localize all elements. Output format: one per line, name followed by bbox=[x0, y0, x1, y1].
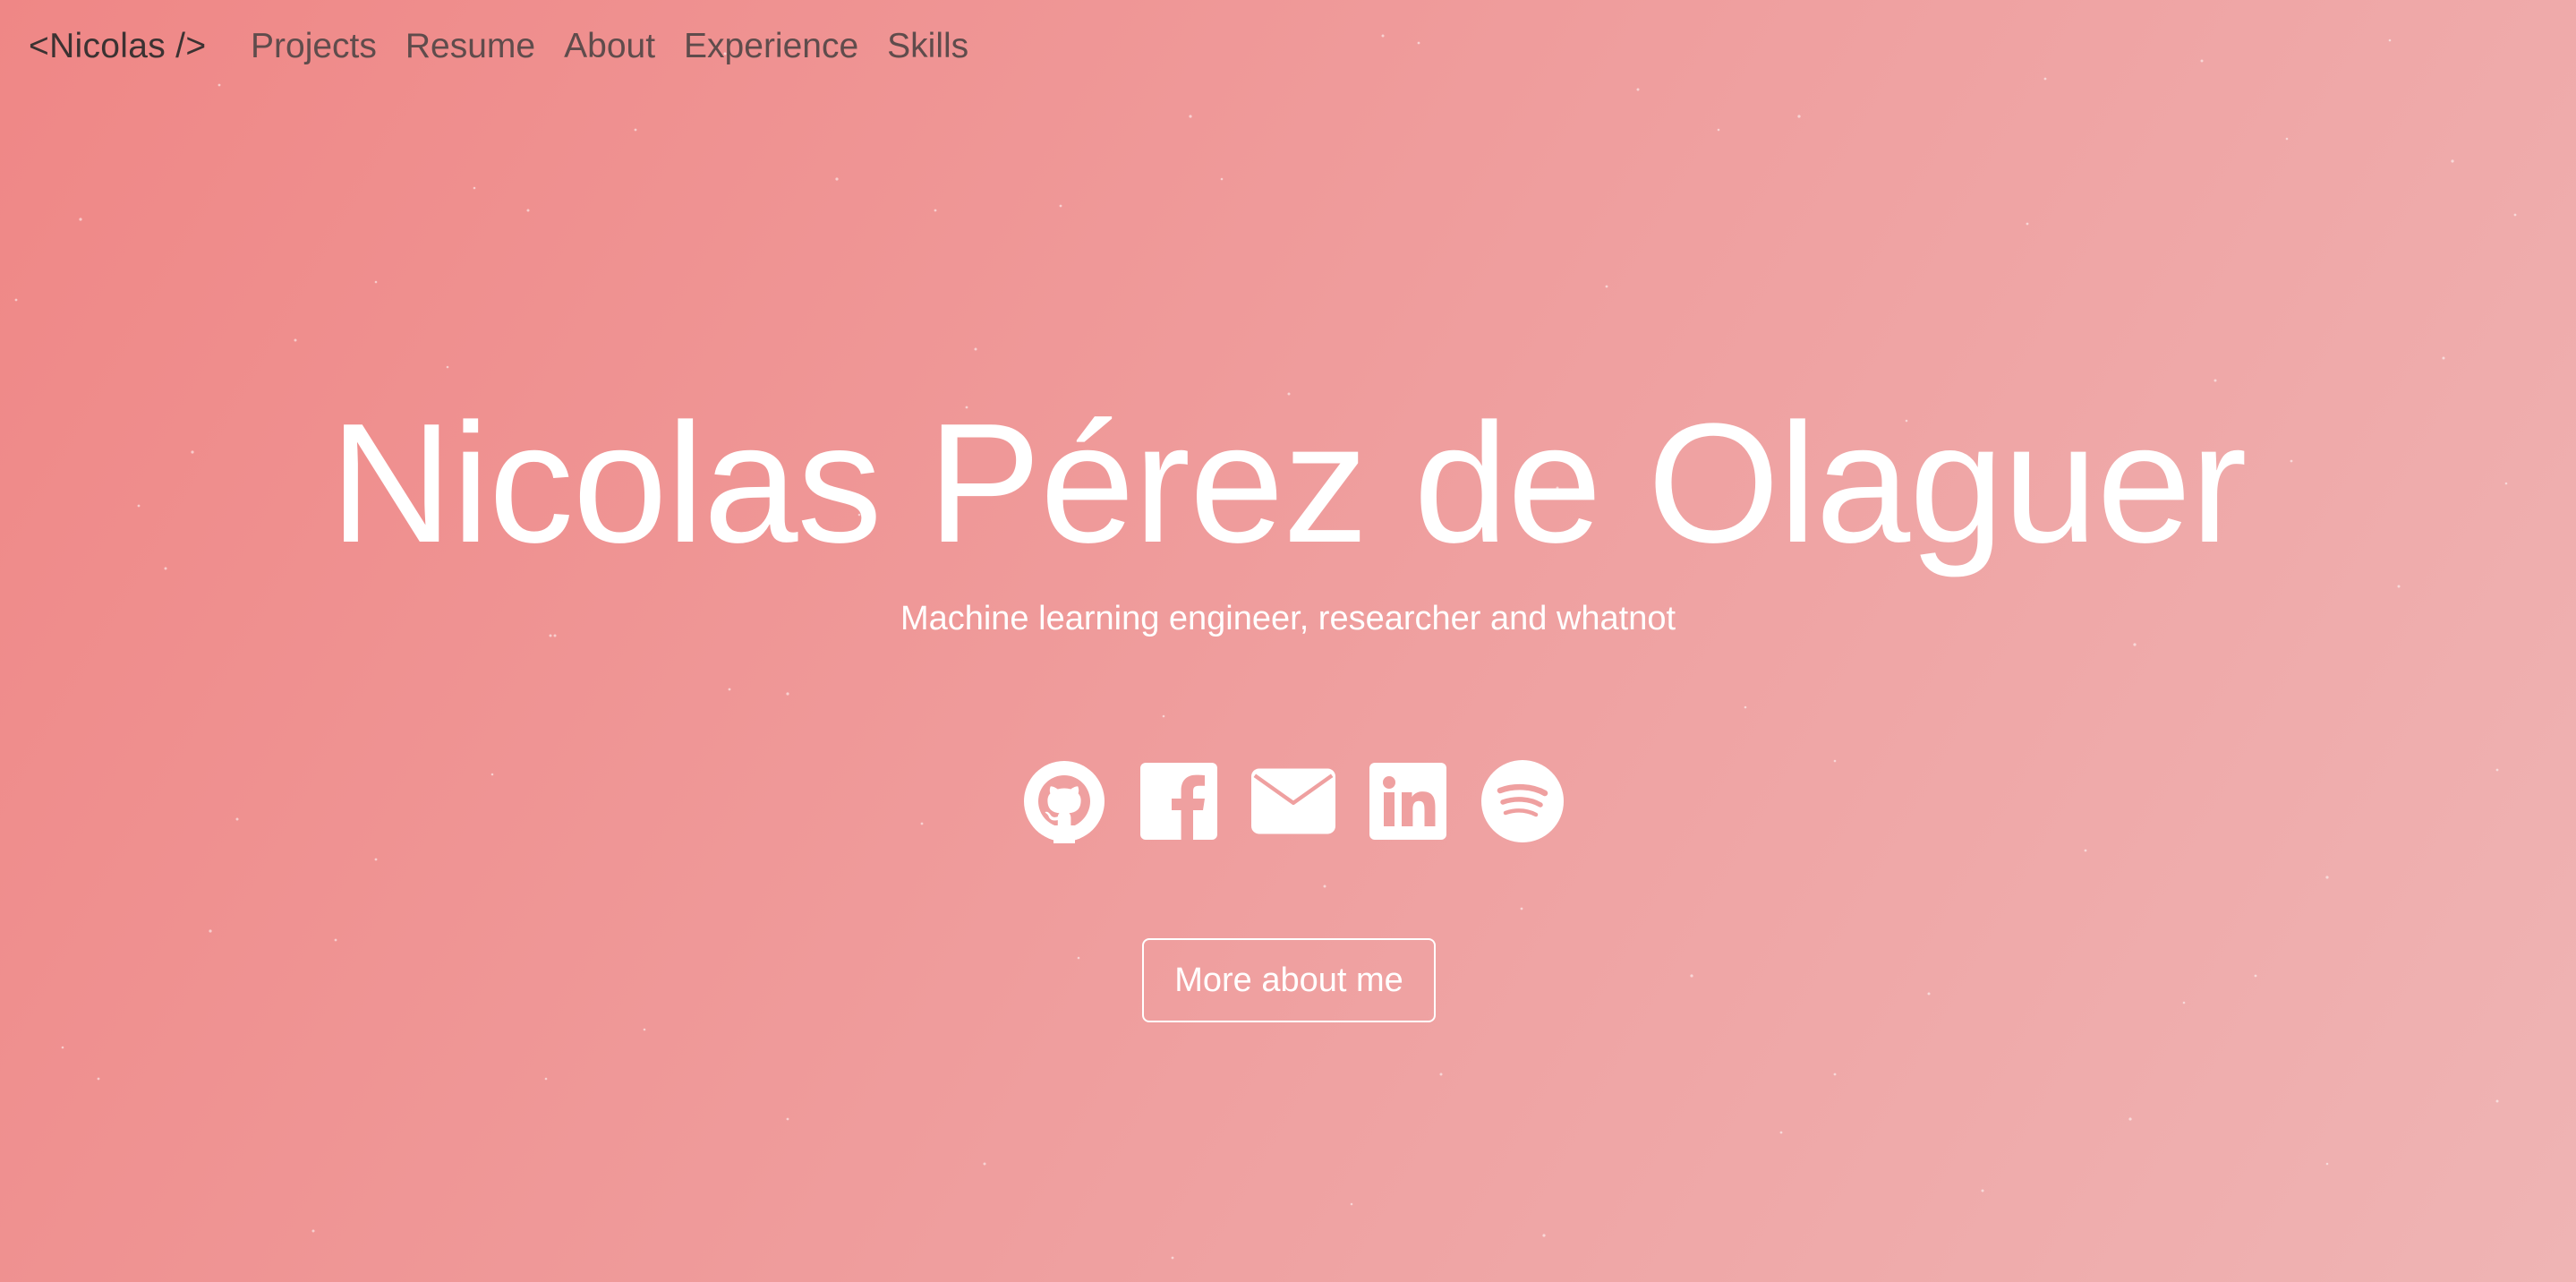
hero-subtitle: Machine learning engineer, researcher an… bbox=[900, 600, 1676, 637]
linkedin-link[interactable] bbox=[1366, 759, 1450, 843]
linkedin-icon bbox=[1369, 763, 1446, 840]
facebook-icon bbox=[1140, 763, 1217, 840]
github-icon bbox=[1024, 761, 1105, 843]
social-links bbox=[1022, 759, 1565, 843]
github-link[interactable] bbox=[1022, 759, 1106, 843]
email-icon bbox=[1251, 768, 1335, 834]
hero-title: Nicolas Pérez de Olaguer bbox=[329, 389, 2248, 578]
email-link[interactable] bbox=[1251, 759, 1335, 843]
more-about-me-button[interactable]: More about me bbox=[1142, 938, 1436, 1022]
spotify-link[interactable] bbox=[1480, 759, 1565, 843]
hero-section: Nicolas Pérez de Olaguer Machine learnin… bbox=[0, 0, 2576, 1282]
spotify-icon bbox=[1481, 760, 1564, 842]
facebook-link[interactable] bbox=[1137, 759, 1221, 843]
